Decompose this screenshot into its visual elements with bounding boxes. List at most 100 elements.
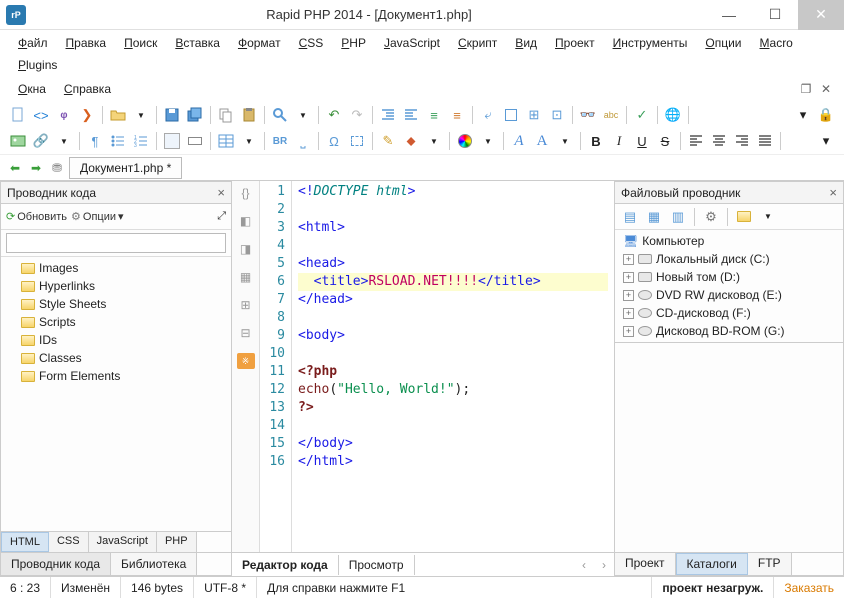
lang-tab-css[interactable]: CSS xyxy=(49,532,89,552)
browser-icon[interactable]: 🌐 xyxy=(663,105,683,125)
expander-icon[interactable]: + xyxy=(623,290,634,301)
fe-folder-icon[interactable] xyxy=(734,207,754,227)
rss-icon[interactable]: ※ xyxy=(237,353,255,369)
status-encoding[interactable]: UTF-8 * xyxy=(194,577,257,598)
uncomment-icon[interactable]: ≡ xyxy=(447,105,467,125)
align-right-icon[interactable] xyxy=(732,131,752,151)
lock-icon[interactable]: 🔒 xyxy=(816,105,836,125)
marker5-icon[interactable]: ⊟ xyxy=(238,325,254,341)
menu-edit[interactable]: Правка xyxy=(58,33,115,53)
menu-tools[interactable]: Инструменты xyxy=(605,33,696,53)
refresh-button[interactable]: ⟳ Обновить xyxy=(6,210,67,223)
menu-view[interactable]: Вид xyxy=(507,33,545,53)
fe-drive[interactable]: +Локальный диск (C:) xyxy=(617,250,841,268)
close-doc-icon[interactable]: ✕ xyxy=(818,81,834,97)
redo-icon[interactable]: ↷ xyxy=(347,105,367,125)
document-tab[interactable]: Документ1.php * xyxy=(69,157,182,179)
menu-format[interactable]: Формат xyxy=(230,33,289,53)
nbsp-icon[interactable]: ⎵ xyxy=(293,131,313,151)
script-icon[interactable]: ✎ xyxy=(378,131,398,151)
new-php-icon[interactable]: φ xyxy=(54,105,74,125)
plugin-dropdown-icon[interactable]: ▼ xyxy=(424,131,444,151)
invisible-icon[interactable]: ⊡ xyxy=(547,105,567,125)
left-tab-explorer[interactable]: Проводник кода xyxy=(1,553,111,575)
new-file-icon[interactable] xyxy=(8,105,28,125)
menu-options[interactable]: Опции xyxy=(697,33,749,53)
left-tab-library[interactable]: Библиотека xyxy=(111,553,197,575)
editor-tab-preview[interactable]: Просмотр xyxy=(339,555,415,575)
plugin-icon[interactable]: ⬥ xyxy=(401,131,421,151)
fe-view3-icon[interactable]: ▥ xyxy=(668,207,688,227)
binoculars-icon[interactable]: 👓 xyxy=(578,105,598,125)
image-icon[interactable] xyxy=(8,131,28,151)
status-order[interactable]: Заказать xyxy=(774,577,844,598)
tree-item[interactable]: Images xyxy=(5,259,227,277)
wrap-icon[interactable]: ⤶ xyxy=(478,105,498,125)
menu-file[interactable]: Файл xyxy=(10,33,56,53)
right-tab-project[interactable]: Проект xyxy=(615,553,676,575)
fe-root[interactable]: 🖥Компьютер xyxy=(617,232,841,250)
restore-icon[interactable]: ❐ xyxy=(798,81,814,97)
fe-drive[interactable]: +CD-дисковод (F:) xyxy=(617,304,841,322)
expander-icon[interactable]: + xyxy=(623,272,634,283)
expander-icon[interactable]: + xyxy=(623,326,634,337)
menu-macro[interactable]: Macro xyxy=(752,33,801,53)
menu-help[interactable]: Справка xyxy=(56,79,119,99)
options-button[interactable]: ⚙ Опции ▾ xyxy=(71,210,124,223)
font-dropdown-icon[interactable]: ▼ xyxy=(555,131,575,151)
toolbar2-options-icon[interactable]: ▾ xyxy=(816,131,836,151)
undo-icon[interactable]: ↶ xyxy=(324,105,344,125)
form-icon[interactable] xyxy=(162,131,182,151)
code-area[interactable]: <!DOCTYPE html> <html> <head> <title>RSL… xyxy=(292,181,614,552)
find-icon[interactable] xyxy=(270,105,290,125)
fe-view1-icon[interactable]: ▤ xyxy=(620,207,640,227)
menu-insert[interactable]: Вставка xyxy=(167,33,228,53)
menu-php[interactable]: PHP xyxy=(333,33,374,53)
table-icon[interactable] xyxy=(216,131,236,151)
new-css-icon[interactable]: ❯ xyxy=(77,105,97,125)
close-button[interactable]: ✕ xyxy=(798,0,844,30)
div-icon[interactable] xyxy=(347,131,367,151)
ruler-icon[interactable]: ⊞ xyxy=(524,105,544,125)
input-icon[interactable] xyxy=(185,131,205,151)
marker3-icon[interactable]: ▦ xyxy=(238,269,254,285)
fe-drive[interactable]: +DVD RW дисковод (E:) xyxy=(617,286,841,304)
lang-tab-php[interactable]: PHP xyxy=(157,532,197,552)
save-all-icon[interactable] xyxy=(185,105,205,125)
find-dropdown-icon[interactable]: ▼ xyxy=(293,105,313,125)
style-dropdown-icon[interactable]: ▼ xyxy=(54,131,74,151)
align-justify-icon[interactable] xyxy=(755,131,775,151)
fe-view2-icon[interactable]: ▦ xyxy=(644,207,664,227)
tree-item[interactable]: Style Sheets xyxy=(5,295,227,313)
maximize-button[interactable]: ☐ xyxy=(752,0,798,30)
tree-item[interactable]: IDs xyxy=(5,331,227,349)
editor-tab-code[interactable]: Редактор кода xyxy=(232,555,339,575)
italic-icon[interactable]: I xyxy=(609,131,629,151)
open-dropdown-icon[interactable]: ▼ xyxy=(131,105,151,125)
menu-search[interactable]: Поиск xyxy=(116,33,165,53)
color-picker-icon[interactable] xyxy=(455,131,475,151)
editor-tab-prev-icon[interactable]: ‹ xyxy=(574,558,594,572)
nav-disk-icon[interactable]: ⛃ xyxy=(48,159,66,177)
collapse-icon[interactable]: ⤢ xyxy=(217,210,226,223)
fold-icon[interactable]: {} xyxy=(238,185,254,201)
color-dropdown-icon[interactable]: ▼ xyxy=(478,131,498,151)
menu-javascript[interactable]: JavaScript xyxy=(376,33,448,53)
tree-item[interactable]: Classes xyxy=(5,349,227,367)
indent-left-icon[interactable] xyxy=(378,105,398,125)
bullet-list-icon[interactable] xyxy=(108,131,128,151)
omega-icon[interactable]: Ω xyxy=(324,131,344,151)
lang-tab-html[interactable]: HTML xyxy=(1,532,49,552)
marker4-icon[interactable]: ⊞ xyxy=(238,297,254,313)
align-left-icon[interactable] xyxy=(686,131,706,151)
table-dropdown-icon[interactable]: ▼ xyxy=(239,131,259,151)
right-tab-ftp[interactable]: FTP xyxy=(748,553,792,575)
underline-icon[interactable]: U xyxy=(632,131,652,151)
pilcrow-icon[interactable]: ¶ xyxy=(85,131,105,151)
right-panel-close-icon[interactable]: × xyxy=(829,185,837,200)
open-icon[interactable] xyxy=(108,105,128,125)
fe-gear-icon[interactable]: ⚙ xyxy=(701,207,721,227)
menu-css[interactable]: CSS xyxy=(291,33,332,53)
nav-forward-icon[interactable]: ➡ xyxy=(27,159,45,177)
indent-right-icon[interactable] xyxy=(401,105,421,125)
